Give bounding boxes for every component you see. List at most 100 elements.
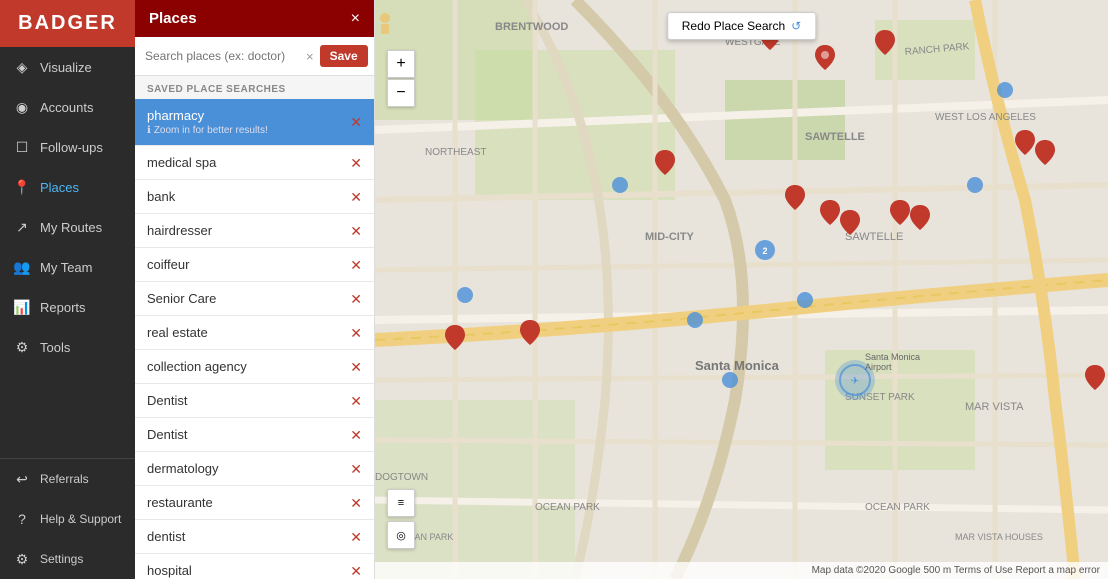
- places-list-item[interactable]: real estate ✕: [135, 316, 374, 350]
- place-name: dermatology: [147, 461, 219, 476]
- place-delete-button[interactable]: ✕: [350, 190, 362, 204]
- places-panel-header: Places ×: [135, 0, 374, 37]
- sidebar-item-label: Places: [40, 180, 79, 195]
- place-item-content: hairdresser: [147, 223, 212, 238]
- place-delete-button[interactable]: ✕: [350, 292, 362, 306]
- redo-search-button[interactable]: Redo Place Search ↺: [667, 12, 816, 40]
- svg-text:SAWTELLE: SAWTELLE: [845, 231, 903, 243]
- places-list-item[interactable]: restaurante ✕: [135, 486, 374, 520]
- places-list-item[interactable]: collection agency ✕: [135, 350, 374, 384]
- places-search-input[interactable]: [145, 49, 300, 63]
- zoom-in-button[interactable]: +: [387, 50, 415, 78]
- places-save-button[interactable]: Save: [320, 45, 368, 67]
- svg-text:WEST LOS ANGELES: WEST LOS ANGELES: [935, 112, 1036, 123]
- logo-text: BADGER: [18, 12, 117, 35]
- sidebar: BADGER ◈ Visualize ◉ Accounts ☐ Follow-u…: [0, 0, 135, 579]
- place-item-content: real estate: [147, 325, 208, 340]
- place-delete-button[interactable]: ✕: [350, 496, 362, 510]
- sidebar-item-label: Help & Support: [40, 512, 121, 526]
- place-name: dentist: [147, 529, 185, 544]
- sidebar-bottom-item-referrals[interactable]: ↩ Referrals: [0, 459, 135, 499]
- place-delete-button[interactable]: ✕: [350, 462, 362, 476]
- places-list-item[interactable]: pharmacy ℹ Zoom in for better results! ✕: [135, 99, 374, 146]
- place-delete-button[interactable]: ✕: [350, 224, 362, 238]
- place-delete-button[interactable]: ✕: [350, 115, 362, 129]
- sidebar-item-visualize[interactable]: ◈ Visualize: [0, 47, 135, 87]
- places-panel: Places × × Save SAVED PLACE SEARCHES pha…: [135, 0, 375, 579]
- map-footer: Map data ©2020 Google 500 m Terms of Use…: [375, 562, 1108, 579]
- place-delete-button[interactable]: ✕: [350, 530, 362, 544]
- sidebar-item-label: Reports: [40, 300, 86, 315]
- place-name: collection agency: [147, 359, 247, 374]
- places-list-item[interactable]: Dentist ✕: [135, 384, 374, 418]
- settings-icon: ⚙: [12, 549, 32, 569]
- svg-text:Santa Monica: Santa Monica: [695, 358, 780, 373]
- sidebar-item-reports[interactable]: 📊 Reports: [0, 287, 135, 327]
- svg-text:Airport: Airport: [865, 362, 892, 372]
- place-name: Dentist: [147, 393, 187, 408]
- places-list-item[interactable]: Senior Care ✕: [135, 282, 374, 316]
- location-icon: ◎: [396, 529, 406, 542]
- sidebar-item-label: Follow-ups: [40, 140, 103, 155]
- places-search-bar: × Save: [135, 37, 374, 76]
- map-layers-button[interactable]: ≡: [387, 489, 415, 517]
- place-name: bank: [147, 189, 175, 204]
- sidebar-item-label: Settings: [40, 552, 83, 566]
- tools-icon: ⚙: [12, 337, 32, 357]
- place-item-content: dentist: [147, 529, 185, 544]
- places-list-item[interactable]: hospital ✕: [135, 554, 374, 579]
- sidebar-item-myteam[interactable]: 👥 My Team: [0, 247, 135, 287]
- svg-text:SAWTELLE: SAWTELLE: [805, 131, 865, 143]
- place-delete-button[interactable]: ✕: [350, 428, 362, 442]
- sidebar-item-places[interactable]: 📍 Places: [0, 167, 135, 207]
- place-delete-button[interactable]: ✕: [350, 156, 362, 170]
- referrals-icon: ↩: [12, 469, 32, 489]
- saved-searches-label: SAVED PLACE SEARCHES: [135, 76, 374, 99]
- sidebar-bottom: ↩ Referrals ? Help & Support ⚙ Settings: [0, 458, 135, 579]
- sidebar-item-label: My Routes: [40, 220, 102, 235]
- places-list-item[interactable]: medical spa ✕: [135, 146, 374, 180]
- place-item-content: Dentist: [147, 427, 187, 442]
- sidebar-bottom-item-settings[interactable]: ⚙ Settings: [0, 539, 135, 579]
- places-list-item[interactable]: Dentist ✕: [135, 418, 374, 452]
- layers-icon: ≡: [398, 497, 404, 509]
- svg-text:MAR VISTA: MAR VISTA: [965, 401, 1024, 413]
- map-attribution: Map data ©2020 Google 500 m Terms of Use…: [812, 565, 1100, 576]
- svg-text:2: 2: [762, 246, 767, 256]
- map-container: BRENTWOOD WESTGATE RANCH PARK NORTHEAST …: [375, 0, 1108, 579]
- sidebar-item-myroutes[interactable]: ↗ My Routes: [0, 207, 135, 247]
- place-item-content: Dentist: [147, 393, 187, 408]
- svg-text:Santa Monica: Santa Monica: [865, 352, 920, 362]
- place-item-content: coiffeur: [147, 257, 189, 272]
- myteam-icon: 👥: [12, 257, 32, 277]
- places-list-item[interactable]: bank ✕: [135, 180, 374, 214]
- logo: BADGER: [0, 0, 135, 47]
- places-list: pharmacy ℹ Zoom in for better results! ✕…: [135, 99, 374, 579]
- sidebar-nav: ◈ Visualize ◉ Accounts ☐ Follow-ups 📍 Pl…: [0, 47, 135, 458]
- place-delete-button[interactable]: ✕: [350, 394, 362, 408]
- sidebar-bottom-item-helpsupport[interactable]: ? Help & Support: [0, 499, 135, 539]
- place-delete-button[interactable]: ✕: [350, 326, 362, 340]
- sidebar-item-followups[interactable]: ☐ Follow-ups: [0, 127, 135, 167]
- place-hint: ℹ Zoom in for better results!: [147, 125, 268, 136]
- map-controls: + −: [387, 50, 415, 107]
- myroutes-icon: ↗: [12, 217, 32, 237]
- places-search-clear-icon[interactable]: ×: [306, 49, 314, 64]
- places-list-item[interactable]: dermatology ✕: [135, 452, 374, 486]
- zoom-out-button[interactable]: −: [387, 79, 415, 107]
- sidebar-item-tools[interactable]: ⚙ Tools: [0, 327, 135, 367]
- place-item-content: collection agency: [147, 359, 247, 374]
- place-delete-button[interactable]: ✕: [350, 360, 362, 374]
- place-delete-button[interactable]: ✕: [350, 564, 362, 578]
- svg-text:NORTHEAST: NORTHEAST: [425, 147, 487, 158]
- places-close-button[interactable]: ×: [351, 11, 360, 27]
- places-list-item[interactable]: hairdresser ✕: [135, 214, 374, 248]
- accounts-icon: ◉: [12, 97, 32, 117]
- places-list-item[interactable]: coiffeur ✕: [135, 248, 374, 282]
- place-delete-button[interactable]: ✕: [350, 258, 362, 272]
- sidebar-item-accounts[interactable]: ◉ Accounts: [0, 87, 135, 127]
- map-location-button[interactable]: ◎: [387, 521, 415, 549]
- places-list-item[interactable]: dentist ✕: [135, 520, 374, 554]
- svg-text:✈: ✈: [851, 376, 859, 387]
- place-item-content: restaurante: [147, 495, 213, 510]
